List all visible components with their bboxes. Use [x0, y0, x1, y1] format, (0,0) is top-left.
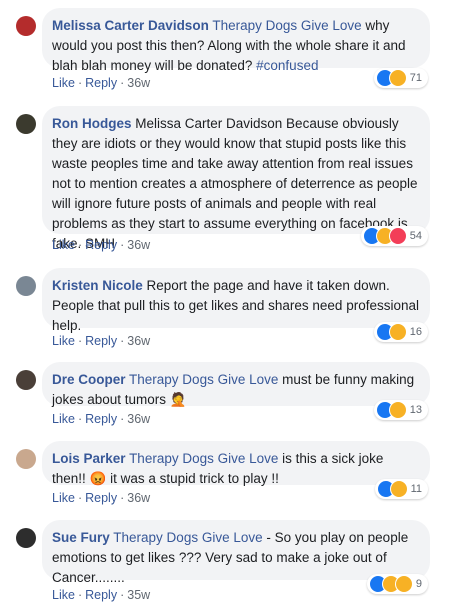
comment-bubble: Kristen Nicole Report the page and have …: [42, 268, 430, 333]
haha-icon: [389, 480, 408, 498]
comment-actions: Like · Reply · 36w: [52, 334, 151, 348]
reaction-summary[interactable]: 9: [366, 574, 428, 594]
avatar[interactable]: [16, 276, 36, 296]
tag-link[interactable]: Therapy Dogs Give Love: [129, 451, 278, 466]
avatar[interactable]: [16, 370, 36, 390]
avatar[interactable]: [16, 449, 36, 469]
avatar[interactable]: [16, 114, 36, 134]
comment-bubble: Sue Fury Therapy Dogs Give Love - So you…: [42, 520, 430, 585]
haha-icon: [388, 69, 407, 87]
comment-actions: Like · Reply · 36w: [52, 412, 151, 426]
comment-author[interactable]: Dre Cooper: [52, 372, 126, 387]
timestamp[interactable]: 35w: [127, 588, 150, 602]
reaction-count: 54: [409, 230, 422, 242]
reaction-count: 11: [410, 483, 422, 495]
like-button[interactable]: Like: [52, 588, 75, 602]
reaction-summary[interactable]: 11: [374, 479, 428, 499]
avatar[interactable]: [16, 16, 36, 36]
like-button[interactable]: Like: [52, 238, 75, 252]
tag-link[interactable]: Therapy Dogs Give Love: [129, 372, 278, 387]
comment-author[interactable]: Kristen Nicole: [52, 278, 143, 293]
reaction-summary[interactable]: 13: [373, 400, 428, 420]
reaction-count: 9: [415, 578, 422, 590]
comment-bubble: Melissa Carter Davidson Therapy Dogs Giv…: [42, 8, 430, 73]
comment-author[interactable]: Lois Parker: [52, 451, 126, 466]
timestamp[interactable]: 36w: [127, 412, 150, 426]
reply-button[interactable]: Reply: [85, 238, 117, 252]
comment-actions: Like · Reply · 36w: [52, 238, 151, 252]
wow-icon: [394, 575, 413, 593]
like-button[interactable]: Like: [52, 334, 75, 348]
comment-author[interactable]: Sue Fury: [52, 530, 110, 545]
like-button[interactable]: Like: [52, 491, 75, 505]
timestamp[interactable]: 36w: [127, 76, 150, 90]
reaction-count: 71: [409, 72, 422, 84]
comment-actions: Like · Reply · 36w: [52, 491, 151, 505]
reply-button[interactable]: Reply: [85, 491, 117, 505]
reaction-summary[interactable]: 71: [373, 68, 428, 88]
comment-actions: Like · Reply · 35w: [52, 588, 151, 602]
reaction-count: 13: [409, 404, 422, 416]
reply-button[interactable]: Reply: [85, 76, 117, 90]
comment-bubble: Lois Parker Therapy Dogs Give Love is th…: [42, 441, 430, 486]
comment-bubble: Ron Hodges Melissa Carter Davidson Becau…: [42, 106, 430, 251]
reaction-summary[interactable]: 54: [360, 226, 428, 246]
comment-actions: Like · Reply · 36w: [52, 76, 151, 90]
haha-icon: [388, 323, 407, 341]
tag-link[interactable]: Therapy Dogs Give Love: [212, 18, 361, 33]
love-icon: [388, 227, 407, 245]
reply-button[interactable]: Reply: [85, 334, 117, 348]
timestamp[interactable]: 36w: [127, 334, 150, 348]
avatar[interactable]: [16, 528, 36, 548]
reaction-count: 16: [409, 326, 422, 338]
comment-author[interactable]: Ron Hodges: [52, 116, 132, 131]
haha-icon: [388, 401, 407, 419]
timestamp[interactable]: 36w: [127, 238, 150, 252]
tag-link[interactable]: Therapy Dogs Give Love: [113, 530, 262, 545]
hashtag-link[interactable]: #confused: [256, 58, 318, 73]
comment-author[interactable]: Melissa Carter Davidson: [52, 18, 209, 33]
like-button[interactable]: Like: [52, 412, 75, 426]
reply-button[interactable]: Reply: [85, 412, 117, 426]
reply-button[interactable]: Reply: [85, 588, 117, 602]
timestamp[interactable]: 36w: [127, 491, 150, 505]
comment-bubble: Dre Cooper Therapy Dogs Give Love must b…: [42, 362, 430, 407]
reaction-summary[interactable]: 16: [373, 322, 428, 342]
like-button[interactable]: Like: [52, 76, 75, 90]
